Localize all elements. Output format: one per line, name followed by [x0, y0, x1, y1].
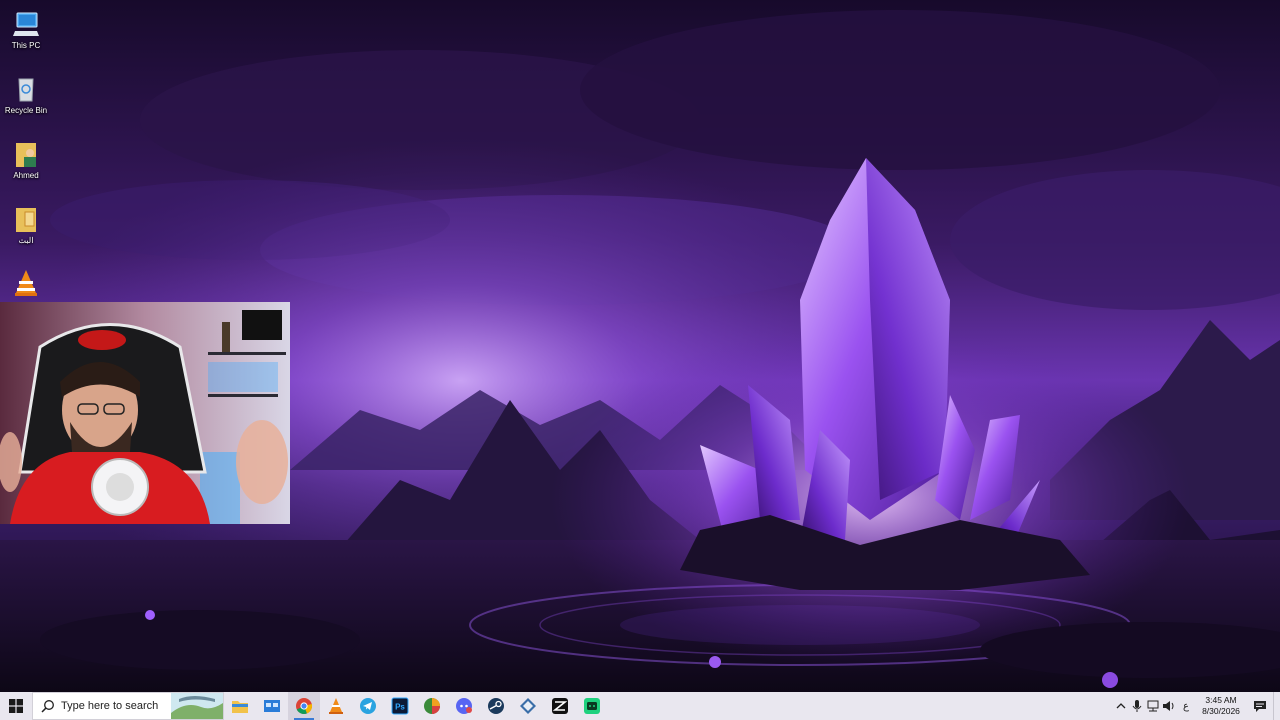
vlc-icon	[329, 698, 343, 714]
desktop-icon-ahmed[interactable]: Ahmed	[0, 134, 52, 192]
green-app-icon	[584, 698, 600, 714]
taskbar-app-vlc[interactable]	[320, 692, 352, 720]
tray-overflow-button[interactable]	[1113, 692, 1129, 720]
chevron-up-icon	[1116, 703, 1126, 709]
telegram-icon	[360, 698, 376, 714]
taskbar-app-steam[interactable]	[480, 692, 512, 720]
user-folder-icon	[16, 143, 36, 167]
taskbar-app-diamond[interactable]	[512, 692, 544, 720]
system-tray: ع 3:45 AM 8/30/2026	[1113, 692, 1280, 720]
notification-icon	[1254, 700, 1266, 712]
network-icon	[1147, 700, 1159, 712]
action-center-button[interactable]	[1247, 692, 1273, 720]
orb-icon	[424, 698, 440, 714]
discord-icon	[456, 698, 472, 714]
taskbar-app-store[interactable]	[256, 692, 288, 720]
tray-microphone[interactable]	[1129, 692, 1145, 720]
folder-icon	[16, 208, 36, 232]
clock-time: 3:45 AM	[1205, 695, 1237, 705]
taskbar-pinned-apps: Ps	[224, 692, 608, 720]
taskbar-app-file-explorer[interactable]	[224, 692, 256, 720]
desktop-icon-broadcast-folder[interactable]: البث	[0, 199, 52, 257]
search-icon	[41, 700, 54, 713]
taskbar-app-telegram[interactable]	[352, 692, 384, 720]
desktop-icon-label: Recycle Bin	[4, 106, 48, 115]
desktop-icon-label: This PC	[11, 41, 41, 50]
taskbar-app-capcut[interactable]	[544, 692, 576, 720]
desktop-icon-label: البث	[18, 236, 34, 245]
taskbar-app-chrome[interactable]	[288, 692, 320, 720]
microphone-icon	[1132, 700, 1142, 712]
computer-icon	[13, 12, 39, 36]
chrome-icon	[296, 698, 313, 714]
speaker-icon	[1163, 701, 1174, 711]
taskbar-app-discord[interactable]	[448, 692, 480, 720]
webcam-overlay	[0, 302, 290, 524]
photoshop-icon: Ps	[391, 697, 409, 715]
window-icon	[264, 700, 280, 712]
taskbar: Ps	[0, 692, 1280, 720]
desktop-icon-this-pc[interactable]: This PC	[0, 4, 52, 62]
desktop-icon-recycle-bin[interactable]: Recycle Bin	[0, 69, 52, 127]
tray-clock[interactable]: 3:45 AM 8/30/2026	[1195, 695, 1247, 717]
vlc-icon	[15, 270, 37, 296]
taskbar-app-orb[interactable]	[416, 692, 448, 720]
search-input[interactable]	[61, 700, 171, 712]
capcut-icon	[552, 698, 568, 714]
start-button[interactable]	[0, 692, 32, 720]
taskbar-app-green[interactable]	[576, 692, 608, 720]
desktop-icon-label: Ahmed	[13, 171, 39, 180]
diamond-icon	[520, 698, 536, 714]
tray-language-indicator[interactable]: ع	[1177, 701, 1195, 712]
steam-icon	[488, 698, 504, 714]
taskbar-app-photoshop[interactable]: Ps	[384, 692, 416, 720]
photoshop-label: Ps	[395, 703, 405, 712]
tray-volume[interactable]	[1161, 692, 1177, 720]
taskbar-search[interactable]	[32, 692, 224, 720]
folder-icon	[232, 701, 248, 713]
show-desktop-button[interactable]	[1273, 692, 1280, 720]
recycle-bin-icon	[18, 78, 34, 102]
windows-logo-icon	[9, 699, 23, 713]
search-highlight-art	[171, 693, 223, 719]
tray-network[interactable]	[1145, 692, 1161, 720]
clock-date: 8/30/2026	[1202, 706, 1240, 716]
